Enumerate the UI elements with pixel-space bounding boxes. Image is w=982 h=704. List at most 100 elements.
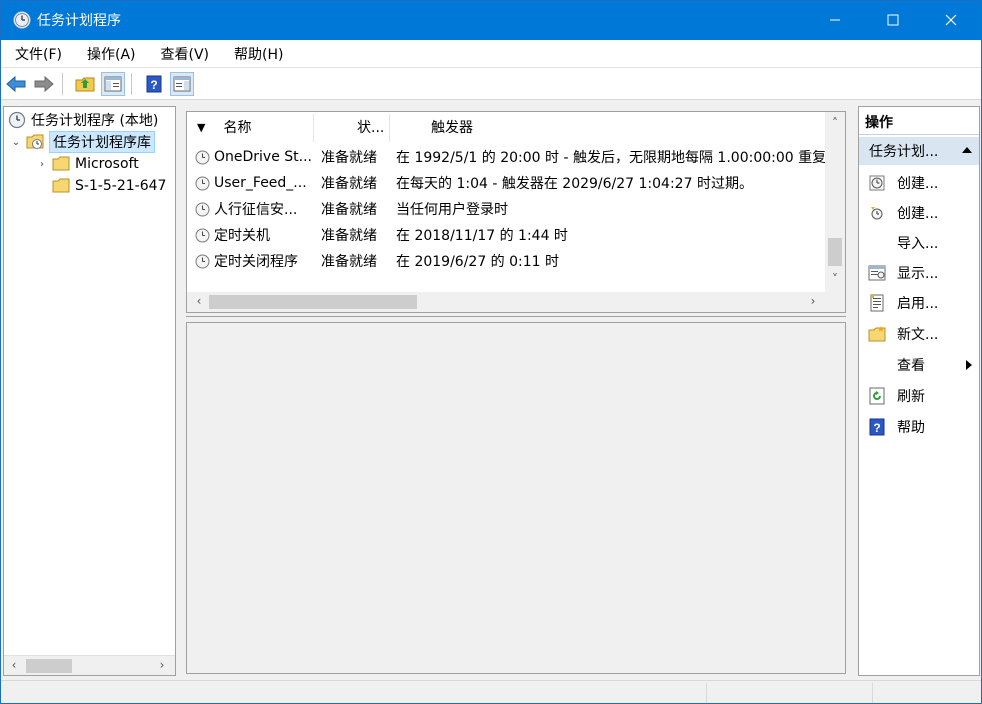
scroll-left-icon[interactable]: ‹ — [6, 658, 22, 672]
forward-button[interactable] — [32, 72, 56, 96]
collapse-triangle-icon[interactable] — [961, 146, 973, 154]
navigation-tree: 任务计划程序 (本地) ⌄ 任务计划程序库 › Microsoft S-1-5-… — [3, 106, 176, 676]
menu-help[interactable]: 帮助(H) — [219, 44, 293, 64]
task-clock-icon — [195, 176, 210, 190]
close-button[interactable] — [928, 0, 974, 40]
folder-icon — [52, 156, 70, 171]
scrollbar-thumb[interactable] — [26, 659, 72, 673]
task-list: ▼ 名称 状... 触发器 OneDrive St... 准备就绪 在 1992… — [186, 111, 846, 313]
task-trigger: 在 1992/5/1 的 20:00 时 - 触发后，无限期地每隔 1.00:0… — [396, 150, 827, 166]
task-status: 准备就绪 — [321, 176, 377, 192]
show-hide-tree-icon — [104, 76, 122, 91]
tree-item-sid[interactable]: S-1-5-21-647 — [36, 175, 166, 197]
scroll-down-icon[interactable]: ˅ — [825, 272, 845, 286]
maximize-icon — [887, 14, 899, 26]
folder-icon — [52, 178, 70, 193]
action-display-running-tasks[interactable]: 显示... — [859, 259, 979, 287]
minimize-icon — [830, 19, 840, 21]
task-clock-icon — [195, 228, 210, 242]
task-clock-icon — [195, 150, 210, 164]
show-hide-tree-button[interactable] — [101, 71, 125, 96]
help-icon: ? — [869, 418, 885, 436]
table-row[interactable]: 人行征信安... 准备就绪 当任何用户登录时 — [187, 196, 827, 222]
task-trigger: 在 2018/11/17 的 1:44 时 — [396, 228, 568, 244]
up-folder-icon — [75, 77, 95, 91]
scrollbar-thumb[interactable] — [209, 295, 417, 309]
task-trigger: 在 2019/6/27 的 0:11 时 — [396, 254, 560, 270]
back-button[interactable] — [4, 72, 28, 96]
task-clock-icon — [195, 202, 210, 216]
display-running-tasks-icon — [868, 265, 886, 281]
task-clock-icon — [195, 254, 210, 268]
task-list-vertical-scrollbar[interactable]: ˄ ˅ — [825, 112, 845, 292]
task-trigger: 在每天的 1:04 - 触发器在 2029/6/27 1:04:27 时过期。 — [396, 176, 753, 192]
action-new-folder[interactable]: 新文... — [859, 320, 979, 348]
task-status: 准备就绪 — [321, 254, 377, 270]
toolbar-separator — [62, 72, 63, 95]
svg-text:?: ? — [150, 78, 157, 92]
action-help[interactable]: ? 帮助 — [859, 413, 979, 441]
enable-history-icon — [870, 294, 884, 312]
column-header-name[interactable]: ▼ 名称 — [197, 112, 315, 142]
action-import-task[interactable]: 导入... — [859, 229, 979, 257]
clock-icon — [13, 11, 31, 29]
show-hide-action-pane-button[interactable] — [170, 71, 194, 96]
task-list-horizontal-scrollbar[interactable]: ‹ › — [187, 292, 827, 312]
tree-item-label: 任务计划程序 (本地) — [31, 113, 159, 129]
help-button[interactable]: ? — [142, 72, 166, 96]
clock-icon — [8, 111, 26, 129]
task-name: 定时关闭程序 — [214, 254, 298, 270]
task-name: OneDrive St... — [214, 149, 313, 165]
library-folder-icon — [26, 134, 44, 149]
task-name: 人行征信安... — [214, 202, 298, 218]
chevron-right-icon[interactable]: › — [36, 159, 48, 170]
sort-descending-icon: ▼ — [197, 120, 206, 134]
menu-view[interactable]: 查看(V) — [146, 44, 220, 64]
toolbar: ? — [0, 68, 982, 100]
scrollbar-thumb[interactable] — [828, 238, 842, 266]
tree-item-label: S-1-5-21-647 — [75, 178, 167, 194]
scroll-right-icon[interactable]: › — [154, 658, 170, 672]
minimize-button[interactable] — [812, 0, 858, 40]
table-row[interactable]: OneDrive St... 准备就绪 在 1992/5/1 的 20:00 时… — [187, 144, 827, 170]
close-icon — [945, 14, 957, 26]
table-row[interactable]: User_Feed_... 准备就绪 在每天的 1:04 - 触发器在 2029… — [187, 170, 827, 196]
svg-text:?: ? — [873, 421, 880, 435]
action-create-task[interactable]: 创建... — [859, 199, 979, 227]
up-folder-button[interactable] — [73, 72, 97, 96]
chevron-down-icon[interactable]: ⌄ — [10, 137, 22, 148]
actions-section-library[interactable]: 任务计划... — [859, 137, 979, 165]
submenu-arrow-icon — [966, 360, 972, 370]
scroll-up-icon[interactable]: ˄ — [825, 116, 845, 130]
action-create-basic-task[interactable]: 创建... — [859, 169, 979, 197]
actions-header: 操作 — [859, 109, 979, 135]
tree-item-library[interactable]: ⌄ 任务计划程序库 — [10, 131, 155, 153]
task-status: 准备就绪 — [321, 202, 377, 218]
table-row[interactable]: 定时关闭程序 准备就绪 在 2019/6/27 的 0:11 时 — [187, 248, 827, 274]
action-enable-history[interactable]: 启用... — [859, 289, 979, 317]
maximize-button[interactable] — [870, 0, 916, 40]
action-view[interactable]: 查看 — [859, 351, 979, 379]
table-row[interactable]: 定时关机 准备就绪 在 2018/11/17 的 1:44 时 — [187, 222, 827, 248]
window-title: 任务计划程序 — [37, 13, 121, 29]
tree-item-microsoft[interactable]: › Microsoft — [36, 153, 139, 175]
tree-horizontal-scrollbar[interactable]: ‹ › — [4, 655, 175, 675]
scroll-right-icon[interactable]: › — [805, 294, 821, 308]
scroll-left-icon[interactable]: ‹ — [191, 294, 207, 308]
column-header-status[interactable]: 状... — [357, 112, 387, 142]
task-status: 准备就绪 — [321, 228, 377, 244]
task-status: 准备就绪 — [321, 150, 377, 166]
new-folder-icon — [868, 326, 886, 342]
menu-file[interactable]: 文件(F) — [0, 44, 72, 64]
action-refresh[interactable]: 刷新 — [859, 382, 979, 410]
column-header-trigger[interactable]: 触发器 — [431, 112, 731, 142]
refresh-icon — [869, 387, 885, 405]
create-task-icon — [871, 207, 883, 220]
task-name: 定时关机 — [214, 228, 270, 244]
tree-item-root[interactable]: 任务计划程序 (本地) — [6, 109, 158, 131]
title-bar: 任务计划程序 — [0, 0, 982, 40]
forward-arrow-icon — [34, 75, 54, 92]
menu-action[interactable]: 操作(A) — [72, 44, 146, 64]
tree-item-label: 任务计划程序库 — [49, 131, 155, 153]
task-trigger: 当任何用户登录时 — [396, 202, 508, 218]
